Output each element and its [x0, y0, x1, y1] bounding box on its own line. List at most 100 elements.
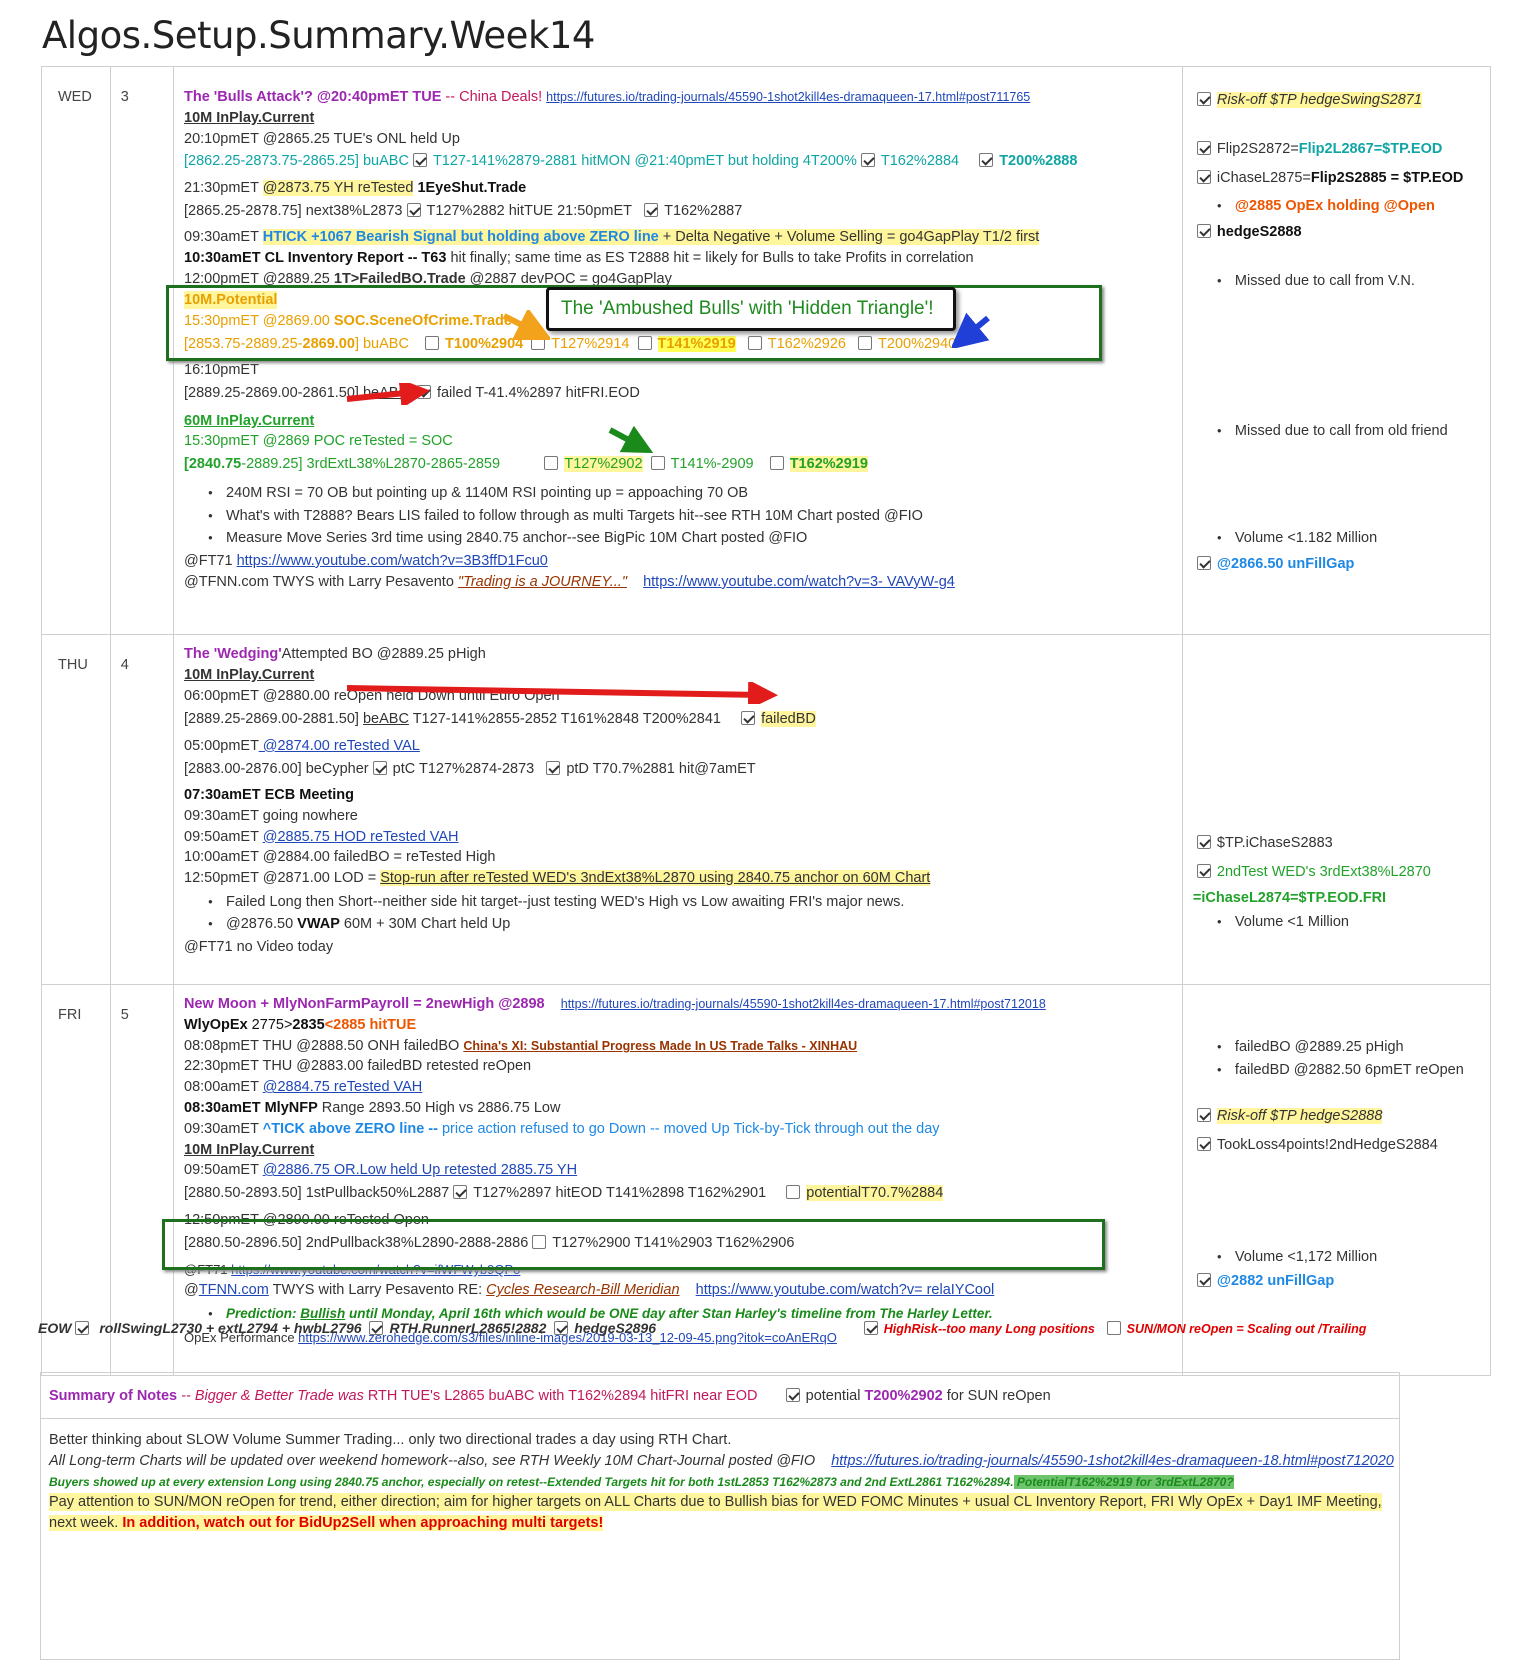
fri-notes: New Moon + MlyNonFarmPayroll = 2newHigh …	[173, 984, 1183, 1376]
inplay-10m-heading: 10M InPlay.Current	[184, 1142, 315, 1159]
checkbox[interactable]	[1196, 170, 1211, 184]
wed-line: 15:30pmET @2869 POC reTested = SOC	[184, 433, 453, 449]
wed-line: 16:10pmET	[184, 362, 259, 378]
summary-line: All Long-term Charts will be updated ove…	[49, 1453, 1394, 1469]
thu-line: 09:30amET going nowhere	[184, 807, 358, 824]
checkbox[interactable]	[769, 456, 784, 470]
thu-line: 10:00amET @2884.00 failedBO = reTested H…	[184, 848, 496, 865]
eow-item: + extL2794 + hwbL2796	[202, 1320, 362, 1336]
list-item: failedBD @2882.50 6pmET reOpen	[1217, 1061, 1464, 1079]
end-of-week-row: EOW rollSwingL2730 + extL2794 + hwbL2796…	[38, 1320, 1366, 1336]
vah-link[interactable]: @2884.75 reTested VAH	[263, 1079, 423, 1095]
thu-title: The 'Wedging'	[184, 645, 282, 662]
summary-title: Summary of Notes	[49, 1388, 178, 1404]
checkbox[interactable]	[544, 456, 559, 470]
checkbox[interactable]	[453, 1185, 468, 1200]
side-note: Flip2S2872=	[1216, 141, 1299, 157]
weekly-setup-table: WED 3 The 'Bulls Attack'? @20:40pmET TUE…	[41, 66, 1492, 1376]
checkbox[interactable]	[785, 1388, 800, 1402]
checkbox[interactable]	[786, 1185, 801, 1200]
cycles-research-link[interactable]: Cycles Research-Bill Meridian	[486, 1282, 679, 1298]
wed-buabc-line: [2862.25-2873.75-2865.25] buABC T127-141%…	[184, 153, 1078, 169]
checkbox[interactable]	[1196, 556, 1211, 570]
summary-line: Buyers showed up at every extension Long…	[49, 1475, 1234, 1489]
day-number: 4	[109, 633, 175, 986]
val-link[interactable]: @2874.00 reTested VAL	[259, 738, 420, 754]
thu-line: 12:50pmET @2871.00 LOD = Stop-run after …	[184, 869, 931, 886]
tfnn-link[interactable]: TFNN.com	[199, 1282, 269, 1298]
list-item: @2876.50 VWAP 60M + 30M Chart held Up	[208, 915, 510, 933]
checkbox[interactable]	[1196, 92, 1211, 106]
youtube-link[interactable]: https://www.youtube.com/watch?v=3- VAVyW…	[643, 574, 955, 590]
eow-label: EOW	[38, 1320, 72, 1336]
fri-trades: failedBO @2889.25 pHigh failedBD @2882.5…	[1181, 984, 1492, 1376]
list-item: failedBO @2889.25 pHigh	[1217, 1038, 1404, 1056]
side-note: Risk-off $TP hedgeS2888	[1216, 1108, 1383, 1125]
youtube-link[interactable]: https://www.youtube.com/watch?v= relaIYC…	[696, 1282, 995, 1298]
checkbox[interactable]	[412, 153, 427, 167]
checkbox[interactable]	[1196, 141, 1211, 155]
fri-tfnn-line: @TFNN.com TWYS with Larry Pesavento RE: …	[184, 1282, 995, 1299]
checkbox[interactable]	[546, 760, 561, 775]
eow-item: SUN/MON reOpen = Scaling out /Trailing	[1126, 1322, 1367, 1336]
prediction-highlight-box	[162, 1219, 1105, 1270]
youtube-link[interactable]: https://www.youtube.com/watch?v=3B3ffD1F…	[237, 553, 548, 569]
checkbox[interactable]	[1106, 1321, 1121, 1335]
checkbox[interactable]	[554, 1321, 569, 1335]
list-item: What's with T2888? Bears LIS failed to f…	[208, 507, 923, 525]
wed-journal-link[interactable]: https://futures.io/trading-journals/4559…	[546, 90, 1030, 104]
page-title: Algos.Setup.Summary.Week14	[42, 14, 595, 57]
checkbox[interactable]	[1196, 224, 1211, 238]
side-note: $TP.iChaseS2883	[1216, 834, 1333, 851]
eow-item: RTH.RunnerL2865!2882	[389, 1320, 547, 1336]
checkbox[interactable]	[644, 203, 659, 217]
list-item: Failed Long then Short--neither side hit…	[208, 893, 904, 911]
callout-ambushed-bulls: The 'Ambushed Bulls' with 'Hidden Triang…	[546, 287, 956, 331]
eow-item: hedgeS2896	[574, 1320, 656, 1336]
checkbox[interactable]	[863, 1321, 878, 1335]
checkbox[interactable]	[372, 760, 387, 775]
thu-line: 05:00pmET @2874.00 reTested VAL	[184, 737, 420, 754]
checkbox[interactable]	[860, 153, 875, 167]
vah-link[interactable]: @2885.75 HOD reTested VAH	[263, 829, 459, 845]
fri-line: [2880.50-2893.50] 1stPullback50%L2887 T12…	[184, 1185, 944, 1202]
fri-line: 08:00amET @2884.75 reTested VAH	[184, 1079, 423, 1096]
checkbox[interactable]	[1196, 1273, 1211, 1288]
summary-line: Pay attention to SUN/MON reOpen for tren…	[49, 1493, 1382, 1511]
side-note: = $TP.EOD	[1386, 170, 1464, 186]
checkbox[interactable]	[1196, 1137, 1211, 1152]
checkbox[interactable]	[1196, 863, 1211, 878]
thu-line: 09:50amET @2885.75 HOD reTested VAH	[184, 828, 459, 845]
checkbox[interactable]	[406, 203, 421, 217]
inplay-10m-heading: 10M InPlay.Current	[184, 666, 315, 683]
thu-line: 07:30amET ECB Meeting	[184, 786, 355, 803]
checkbox[interactable]	[1196, 834, 1211, 849]
wed-title-suffix: -- China Deals!	[441, 89, 547, 105]
or-low-link[interactable]: @2886.75 OR.Low held Up retested 2885.75…	[263, 1162, 577, 1178]
wed-line: 20:10pmET @2865.25 TUE's ONL held Up	[184, 131, 460, 147]
list-item: Volume <1,172 Million	[1217, 1248, 1377, 1266]
blue-arrow-icon	[952, 312, 990, 348]
side-note: hedgeS2888	[1216, 224, 1302, 240]
thu-beabc-line: [2889.25-2869.00-2881.50] beABC T127-141…	[184, 710, 816, 727]
inplay-60m-heading: 60M InPlay.Current	[184, 413, 315, 429]
checkbox[interactable]	[1196, 1108, 1211, 1123]
checkbox[interactable]	[979, 153, 994, 167]
xinhau-link[interactable]: China's XI: Substantial Progress Made In…	[463, 1039, 857, 1053]
checkbox[interactable]	[741, 710, 756, 725]
checkbox[interactable]	[650, 456, 665, 470]
checkbox[interactable]	[75, 1321, 90, 1335]
journal-18-link[interactable]: https://futures.io/trading-journals/4559…	[831, 1453, 1394, 1469]
fri-journal-link[interactable]: https://futures.io/trading-journals/4559…	[561, 997, 1046, 1011]
list-item: Measure Move Series 3rd time using 2840.…	[208, 529, 807, 547]
orange-arrow-icon	[502, 310, 550, 340]
checkbox[interactable]	[369, 1321, 384, 1335]
wed-line: 10:30amET CL Inventory Report -- T63 hit…	[184, 250, 974, 266]
side-note: @2882 unFillGap	[1216, 1273, 1335, 1290]
trading-journey-link[interactable]: "Trading is a JOURNEY..."	[458, 574, 627, 590]
wed-ft71-line: @FT71 https://www.youtube.com/watch?v=3B…	[184, 553, 548, 569]
thu-ft71-line: @FT71 no Video today	[184, 938, 334, 955]
wed-tfnn-line: @TFNN.com TWYS with Larry Pesavento "Tra…	[184, 574, 955, 590]
side-note: Flip2L2867=$TP.EOD	[1298, 141, 1443, 157]
fri-title: New Moon + MlyNonFarmPayroll = 2newHigh …	[184, 996, 545, 1013]
